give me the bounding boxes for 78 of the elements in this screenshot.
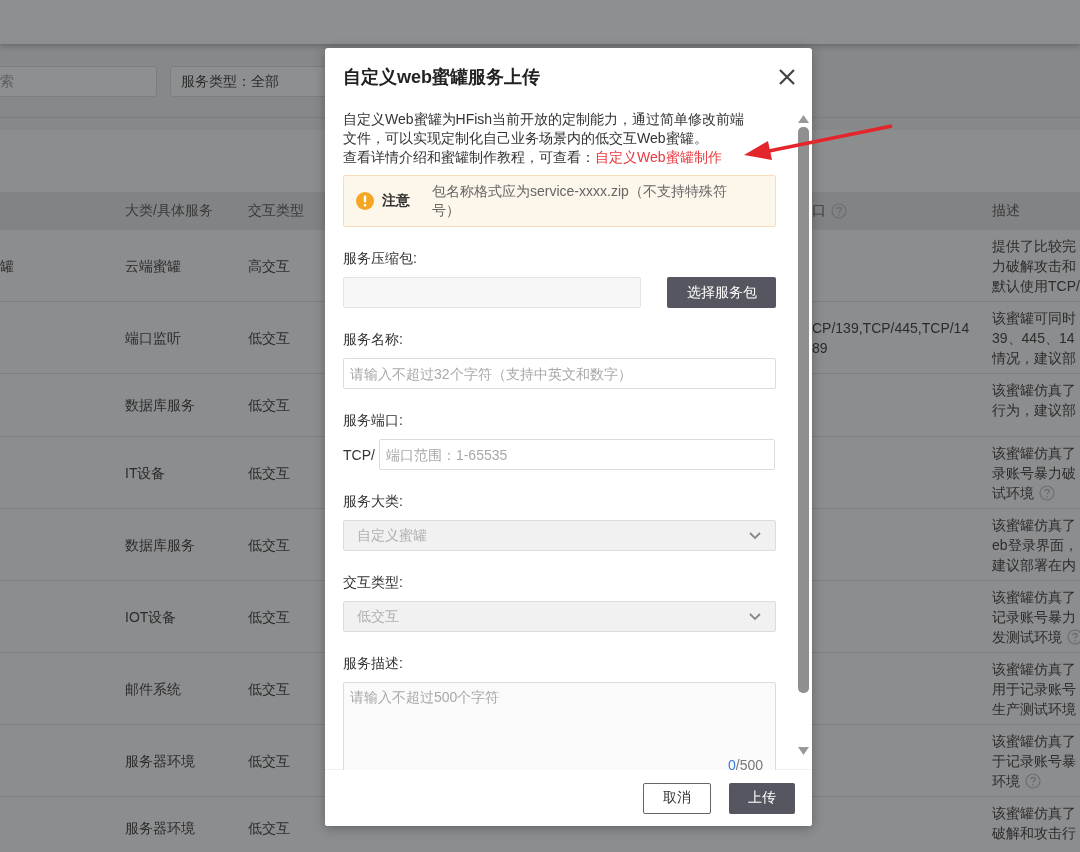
scroll-down-icon[interactable] bbox=[798, 747, 809, 755]
service-name-input[interactable]: 请输入不超过32个字符（支持中英文和数字） bbox=[343, 358, 776, 389]
column-header: 大类/具体服务 bbox=[125, 202, 213, 220]
file-field[interactable] bbox=[343, 277, 641, 308]
description-line: 该蜜罐仿真了 bbox=[992, 733, 1076, 749]
port-input[interactable]: 端口范围：1-65535 bbox=[378, 439, 775, 470]
description-line: 该蜜罐仿真了 bbox=[992, 382, 1076, 398]
table-cell: 数据库服务 bbox=[125, 397, 195, 413]
description-line: 该蜜罐仿真了 bbox=[992, 445, 1076, 461]
table-cell: 服务器环境 bbox=[125, 752, 195, 769]
description-line: 录账号暴力破 bbox=[992, 465, 1076, 481]
description-line: 提供了比较完 bbox=[992, 238, 1076, 254]
field-label: 交互类型: bbox=[343, 573, 404, 592]
description-line: 情况，建议部 bbox=[992, 350, 1076, 366]
warning-icon bbox=[356, 192, 374, 210]
field-label: 服务描述: bbox=[343, 654, 404, 673]
scroll-up-icon[interactable] bbox=[798, 115, 809, 123]
character-counter: 0/500 bbox=[727, 756, 763, 770]
description-line: 行为，建议部 bbox=[992, 402, 1076, 418]
table-cell: 高交互 bbox=[248, 257, 290, 274]
description-line: 生产测试环境 bbox=[992, 701, 1076, 717]
description-line: 该蜜罐仿真了 bbox=[992, 805, 1076, 821]
field-label: 服务端口: bbox=[343, 411, 404, 430]
notice-text: 包名称格式应为service-xxxx.zip（不支持特殊符号） bbox=[431, 182, 728, 220]
description-line: 该蜜罐仿真了 bbox=[992, 589, 1076, 605]
table-cell: 低交互 bbox=[248, 397, 290, 413]
column-header: 交互类型 bbox=[248, 202, 304, 220]
field-label: 服务大类: bbox=[343, 492, 404, 511]
field-label: 服务压缩包: bbox=[343, 249, 418, 268]
table-cell: 低交互 bbox=[248, 464, 290, 481]
choose-package-button[interactable]: 选择服务包 bbox=[667, 277, 776, 308]
description-line: 记录账号暴力 bbox=[992, 609, 1076, 625]
help-icon[interactable] bbox=[1039, 485, 1055, 501]
description-line: 默认使用TCP/ bbox=[992, 278, 1080, 294]
field-label: 服务名称: bbox=[343, 330, 404, 349]
protocol-prefix: TCP/ bbox=[343, 446, 375, 463]
description-line: eb登录界面， bbox=[992, 537, 1078, 553]
close-icon[interactable] bbox=[778, 67, 796, 86]
help-icon[interactable] bbox=[1025, 773, 1041, 789]
table-cell: 低交互 bbox=[248, 608, 290, 625]
description-line: 建议部署在内 bbox=[992, 557, 1076, 573]
help-icon[interactable] bbox=[1067, 629, 1080, 645]
table-cell: 服务器环境 bbox=[125, 820, 195, 836]
table-cell: 低交互 bbox=[248, 680, 290, 697]
column-header: 描述 bbox=[992, 202, 1020, 220]
table-cell: 数据库服务 bbox=[125, 536, 195, 553]
description-line: 用于记录账号 bbox=[992, 681, 1076, 697]
description-line: 该蜜罐仿真了 bbox=[992, 517, 1076, 533]
scrollbar-thumb[interactable] bbox=[798, 127, 809, 693]
description-line: 环境 bbox=[992, 773, 1020, 789]
table-cell: 低交互 bbox=[248, 536, 290, 553]
notice-label: 注意 bbox=[382, 191, 410, 210]
port-text-line: CP/139,TCP/445,TCP/14 bbox=[812, 319, 970, 336]
description-line: 39、445、14 bbox=[992, 330, 1075, 346]
table-cell: 云端蜜罐 bbox=[125, 257, 181, 274]
upload-button[interactable]: 上传 bbox=[729, 782, 795, 814]
chevron-down-icon bbox=[749, 531, 761, 540]
chevron-down-icon bbox=[749, 612, 761, 621]
cancel-button[interactable]: 取消 bbox=[643, 782, 711, 814]
intro-text: 自定义Web蜜罐为HFish当前开放的定制能力，通过简单修改前端文件，可以实现定制化自己业务场景内的低交互Web蜜罐。 bbox=[343, 110, 746, 148]
table-cell: 低交互 bbox=[248, 329, 290, 346]
description-line: 该蜜罐可同时 bbox=[992, 310, 1076, 326]
description-line: 于记录账号暴 bbox=[992, 753, 1076, 769]
port-text-line: 89 bbox=[812, 339, 828, 356]
table-cell: 罐 bbox=[0, 257, 14, 274]
description-line: 发测试环境 bbox=[992, 629, 1062, 645]
table-cell: 端口监听 bbox=[125, 329, 181, 346]
description-line: 试环境 bbox=[992, 485, 1034, 501]
tutorial-link[interactable]: 自定义Web蜜罐制作 bbox=[595, 149, 722, 165]
description-line: 该蜜罐仿真了 bbox=[992, 661, 1076, 677]
column-header: 口 bbox=[812, 202, 826, 220]
table-cell: IT设备 bbox=[125, 464, 166, 481]
table-cell: IOT设备 bbox=[125, 608, 177, 625]
description-line: 破解和攻击行 bbox=[992, 825, 1076, 841]
description-line: 力破解攻击和 bbox=[992, 258, 1076, 274]
table-cell: 低交互 bbox=[248, 820, 290, 836]
table-cell: 低交互 bbox=[248, 752, 290, 769]
table-cell: 邮件系统 bbox=[125, 680, 181, 697]
